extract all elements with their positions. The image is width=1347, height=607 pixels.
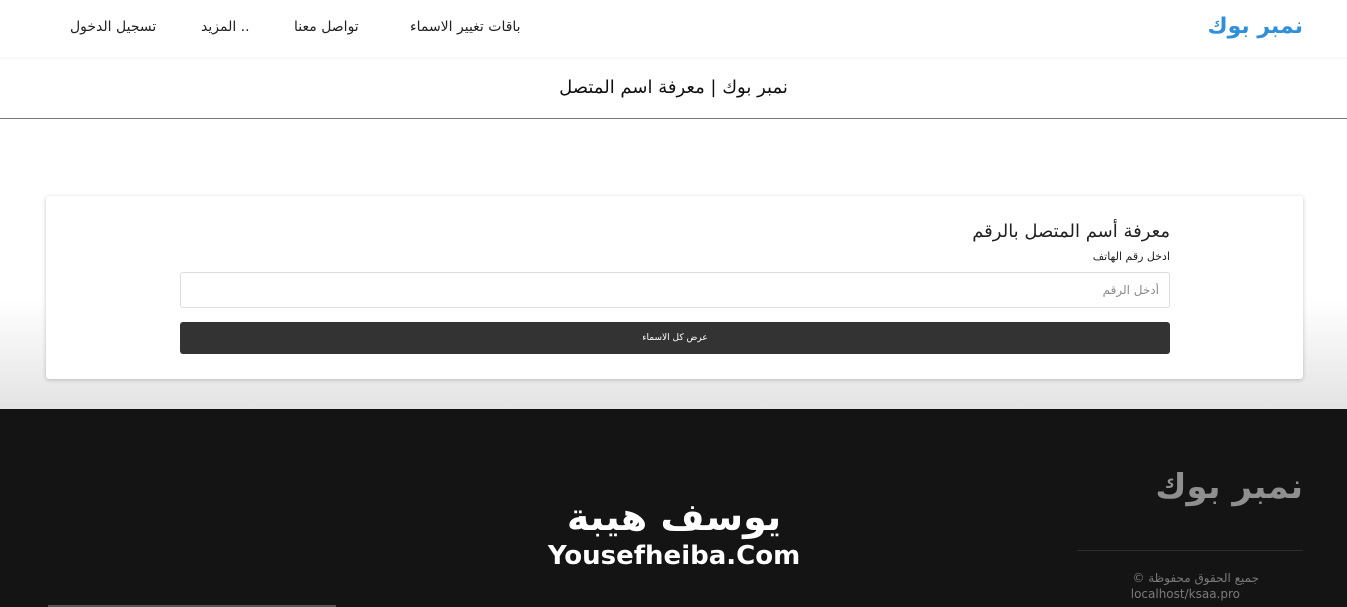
site-footer: نمبر بوك جميع الحقوق محفوظة © localhost/… — [0, 409, 1347, 607]
watermark-english: Yousefheiba.Com — [547, 541, 801, 571]
watermark-logo: يوسف هيبة Yousefheiba.Com — [544, 494, 804, 572]
nav-plans-link[interactable]: باقات تغيير الاسماء — [410, 19, 521, 35]
footer-brand: نمبر بوك — [1155, 467, 1303, 507]
footer-divider — [1077, 550, 1303, 551]
phone-field-label: ادخل رقم الهاتف — [1092, 250, 1170, 263]
nav-login-link[interactable]: تسجيل الدخول — [70, 19, 156, 35]
site-url-text: localhost/ksaa.pro — [1130, 587, 1240, 601]
nav-more-dropdown[interactable]: المزيد .. — [201, 19, 250, 35]
brand-logo-link[interactable]: نمبر بوك — [1207, 14, 1303, 39]
caller-lookup-card: معرفة أسم المتصل بالرقم ادخل رقم الهاتف … — [46, 196, 1303, 379]
top-navbar: نمبر بوك تسجيل الدخول المزيد .. تواصل مع… — [0, 0, 1347, 57]
phone-number-input[interactable] — [180, 272, 1170, 308]
card-title: معرفة أسم المتصل بالرقم — [972, 221, 1170, 242]
watermark-arabic: يوسف هيبة — [566, 495, 782, 539]
nav-contact-link[interactable]: تواصل معنا — [294, 19, 359, 35]
page-title: نمبر بوك | معرفة اسم المتصل — [559, 77, 788, 98]
copyright-text: جميع الحقوق محفوظة © — [1132, 571, 1259, 585]
page-heading-bar: نمبر بوك | معرفة اسم المتصل — [0, 57, 1347, 119]
show-all-names-button[interactable]: عرض كل الاسماء — [180, 322, 1170, 354]
